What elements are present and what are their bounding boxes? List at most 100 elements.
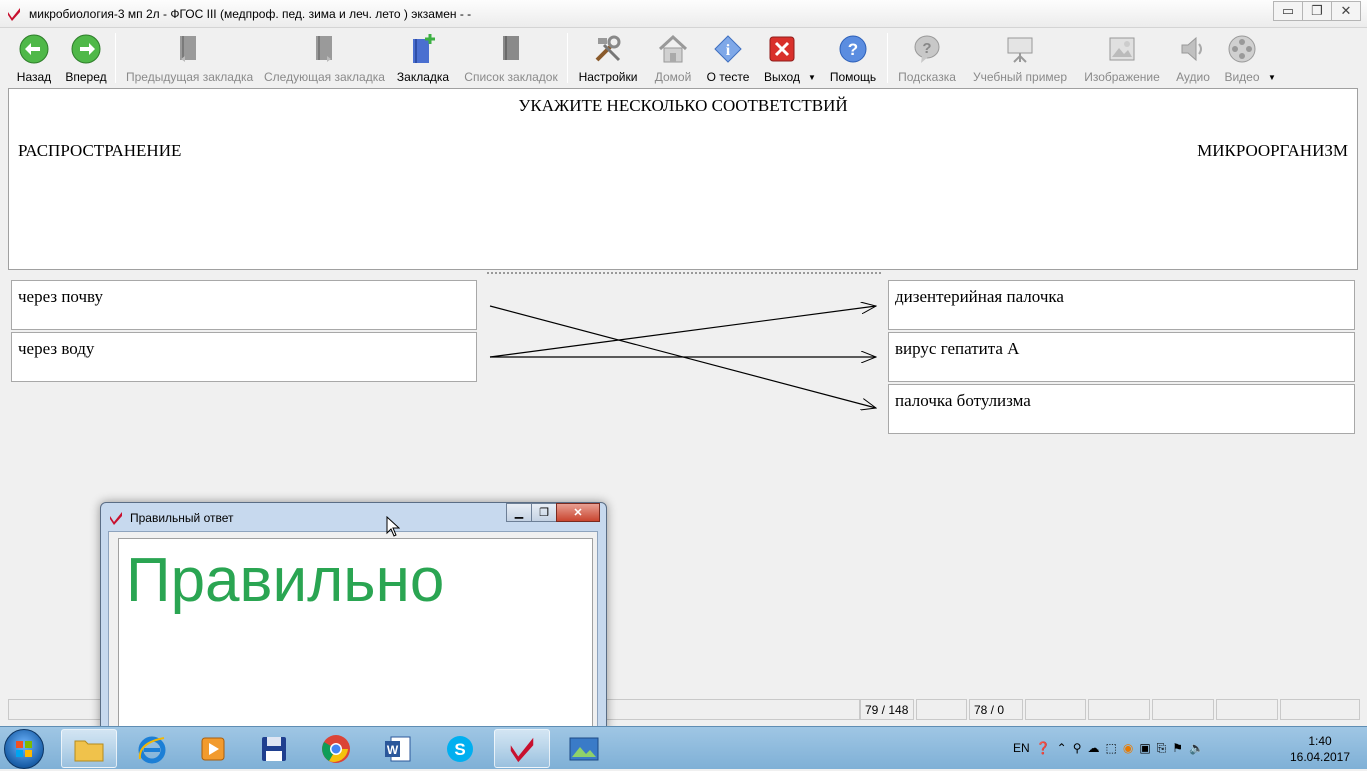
- prev-bookmark-label: Предыдущая закладка: [126, 70, 254, 84]
- prev-bookmark-button[interactable]: Предыдущая закладка: [126, 32, 254, 86]
- dialog-title: Правильный ответ: [130, 511, 234, 525]
- taskbar-media-player[interactable]: [185, 729, 241, 768]
- left-item[interactable]: через почву: [11, 280, 477, 330]
- status-cell: [1152, 699, 1214, 720]
- screen-tray-icon[interactable]: ⬚: [1105, 741, 1116, 755]
- usb-tray-icon[interactable]: ⎘: [1157, 741, 1167, 756]
- dialog-content: Правильно: [118, 538, 593, 734]
- svg-text:i: i: [726, 42, 731, 59]
- volume-tray-icon[interactable]: 🔈: [1189, 741, 1204, 755]
- settings-button[interactable]: Настройки: [576, 32, 640, 86]
- left-item-text: через почву: [18, 287, 103, 306]
- network-tray-icon[interactable]: ⚲: [1073, 741, 1082, 755]
- speaker-icon: [1181, 36, 1202, 62]
- language-indicator[interactable]: EN: [1013, 741, 1030, 755]
- status-cell: [1280, 699, 1360, 720]
- avast-tray-icon[interactable]: ◉: [1123, 741, 1133, 755]
- toolbar-separator: [115, 33, 116, 83]
- exit-button[interactable]: Выход: [762, 32, 802, 86]
- next-bookmark-button[interactable]: Следующая закладка: [264, 32, 385, 86]
- right-item-text: вирус гепатита А: [895, 339, 1020, 358]
- example-label: Учебный пример: [972, 70, 1068, 84]
- home-button[interactable]: Домой: [652, 32, 694, 86]
- forward-button[interactable]: Вперед: [64, 32, 108, 86]
- about-button[interactable]: i О тесте: [706, 32, 750, 86]
- right-item[interactable]: дизентерийная палочка: [888, 280, 1355, 330]
- toolbar: Назад Вперед Предыдущая закладка Следующ…: [0, 29, 1367, 87]
- left-item[interactable]: через воду: [11, 332, 477, 382]
- bookmark-label: Закладка: [396, 70, 450, 84]
- audio-label: Аудио: [1176, 70, 1210, 84]
- help-label: Помощь: [829, 70, 877, 84]
- status-cell: [916, 699, 967, 720]
- status-cell: [1025, 699, 1086, 720]
- start-button[interactable]: [4, 729, 44, 769]
- flag-tray-icon[interactable]: ⚑: [1172, 741, 1183, 755]
- svg-text:?: ?: [848, 40, 858, 59]
- windows-logo-icon: [16, 741, 32, 757]
- bookmark-list-label: Список закладок: [464, 70, 558, 84]
- home-icon: [658, 34, 688, 63]
- bookmark-button[interactable]: Закладка: [396, 32, 450, 86]
- back-button[interactable]: Назад: [14, 32, 54, 86]
- right-item-text: палочка ботулизма: [895, 391, 1031, 410]
- hint-button[interactable]: ? Подсказка: [897, 32, 957, 86]
- left-column-header: РАСПРОСТРАНЕНИЕ: [18, 141, 182, 160]
- help-tray-icon[interactable]: ❓: [1036, 741, 1051, 755]
- taskbar-chrome[interactable]: [308, 729, 364, 768]
- system-tray: EN ❓ ⌃ ⚲ ☁ ⬚ ◉ ▣ ⎘ ⚑ 🔈: [1013, 733, 1204, 763]
- minimize-button[interactable]: ▭: [1273, 1, 1303, 21]
- splitter-grip[interactable]: [486, 271, 883, 275]
- device-tray-icon[interactable]: ▣: [1139, 741, 1150, 755]
- image-button[interactable]: Изображение: [1082, 32, 1162, 86]
- maximize-button[interactable]: ❐: [1302, 1, 1332, 21]
- taskbar-test-app[interactable]: [494, 729, 550, 768]
- taskbar-photo-viewer[interactable]: [556, 729, 612, 768]
- taskbar-word[interactable]: W: [370, 729, 426, 768]
- exit-dropdown-icon[interactable]: ▼: [808, 73, 816, 82]
- score-counter: 78 / 0: [969, 699, 1023, 720]
- dialog-maximize-button[interactable]: ❐: [531, 503, 557, 522]
- internet-explorer-icon: [138, 736, 166, 763]
- tray-expand-icon[interactable]: ⌃: [1057, 741, 1067, 755]
- about-label: О тесте: [706, 70, 750, 84]
- connection-arrow: [489, 305, 876, 408]
- taskbar-skype[interactable]: S: [432, 729, 488, 768]
- system-clock[interactable]: 1:40 16.04.2017: [1285, 733, 1355, 765]
- skype-icon: S: [447, 735, 473, 762]
- taskbar-explorer[interactable]: [61, 729, 117, 768]
- bookmark-list-button[interactable]: Список закладок: [463, 32, 559, 86]
- audio-button[interactable]: Аудио: [1173, 32, 1213, 86]
- right-item[interactable]: вирус гепатита А: [888, 332, 1355, 382]
- app-check-icon: [8, 8, 20, 21]
- settings-label: Настройки: [578, 70, 638, 84]
- dialog-minimize-button[interactable]: ▁: [506, 503, 532, 522]
- connection-arrow: [489, 306, 876, 358]
- folder-icon: [74, 740, 104, 761]
- taskbar-ie[interactable]: [124, 729, 180, 768]
- progress-counter: 79 / 148: [860, 699, 914, 720]
- dialog-close-button[interactable]: ✕: [556, 503, 600, 522]
- help-icon: ?: [839, 35, 867, 63]
- taskbar-save-app[interactable]: [246, 729, 302, 768]
- verdict-text: Правильно: [126, 546, 445, 615]
- exit-icon: [769, 36, 795, 62]
- image-label: Изображение: [1084, 70, 1160, 84]
- help-button[interactable]: ? Помощь: [827, 32, 879, 86]
- bookmark-prev-icon: [180, 36, 196, 62]
- right-item[interactable]: палочка ботулизма: [888, 384, 1355, 434]
- mouse-cursor-icon: [386, 516, 400, 537]
- chrome-icon: [322, 734, 350, 763]
- home-label: Домой: [654, 70, 692, 84]
- video-button[interactable]: Видео: [1222, 32, 1262, 86]
- bookmark-list-icon: [503, 36, 519, 60]
- cloud-tray-icon[interactable]: ☁: [1087, 741, 1099, 755]
- video-dropdown-icon[interactable]: ▼: [1268, 73, 1276, 82]
- example-button[interactable]: Учебный пример: [970, 32, 1070, 86]
- dialog-body: Правильно: [108, 531, 598, 734]
- media-player-icon: [201, 737, 225, 760]
- close-button[interactable]: ✕: [1331, 1, 1361, 21]
- right-column-header: МИКРООРГАНИЗМ: [1197, 141, 1348, 160]
- arrow-right-icon: [71, 34, 101, 64]
- svg-text:S: S: [454, 740, 465, 759]
